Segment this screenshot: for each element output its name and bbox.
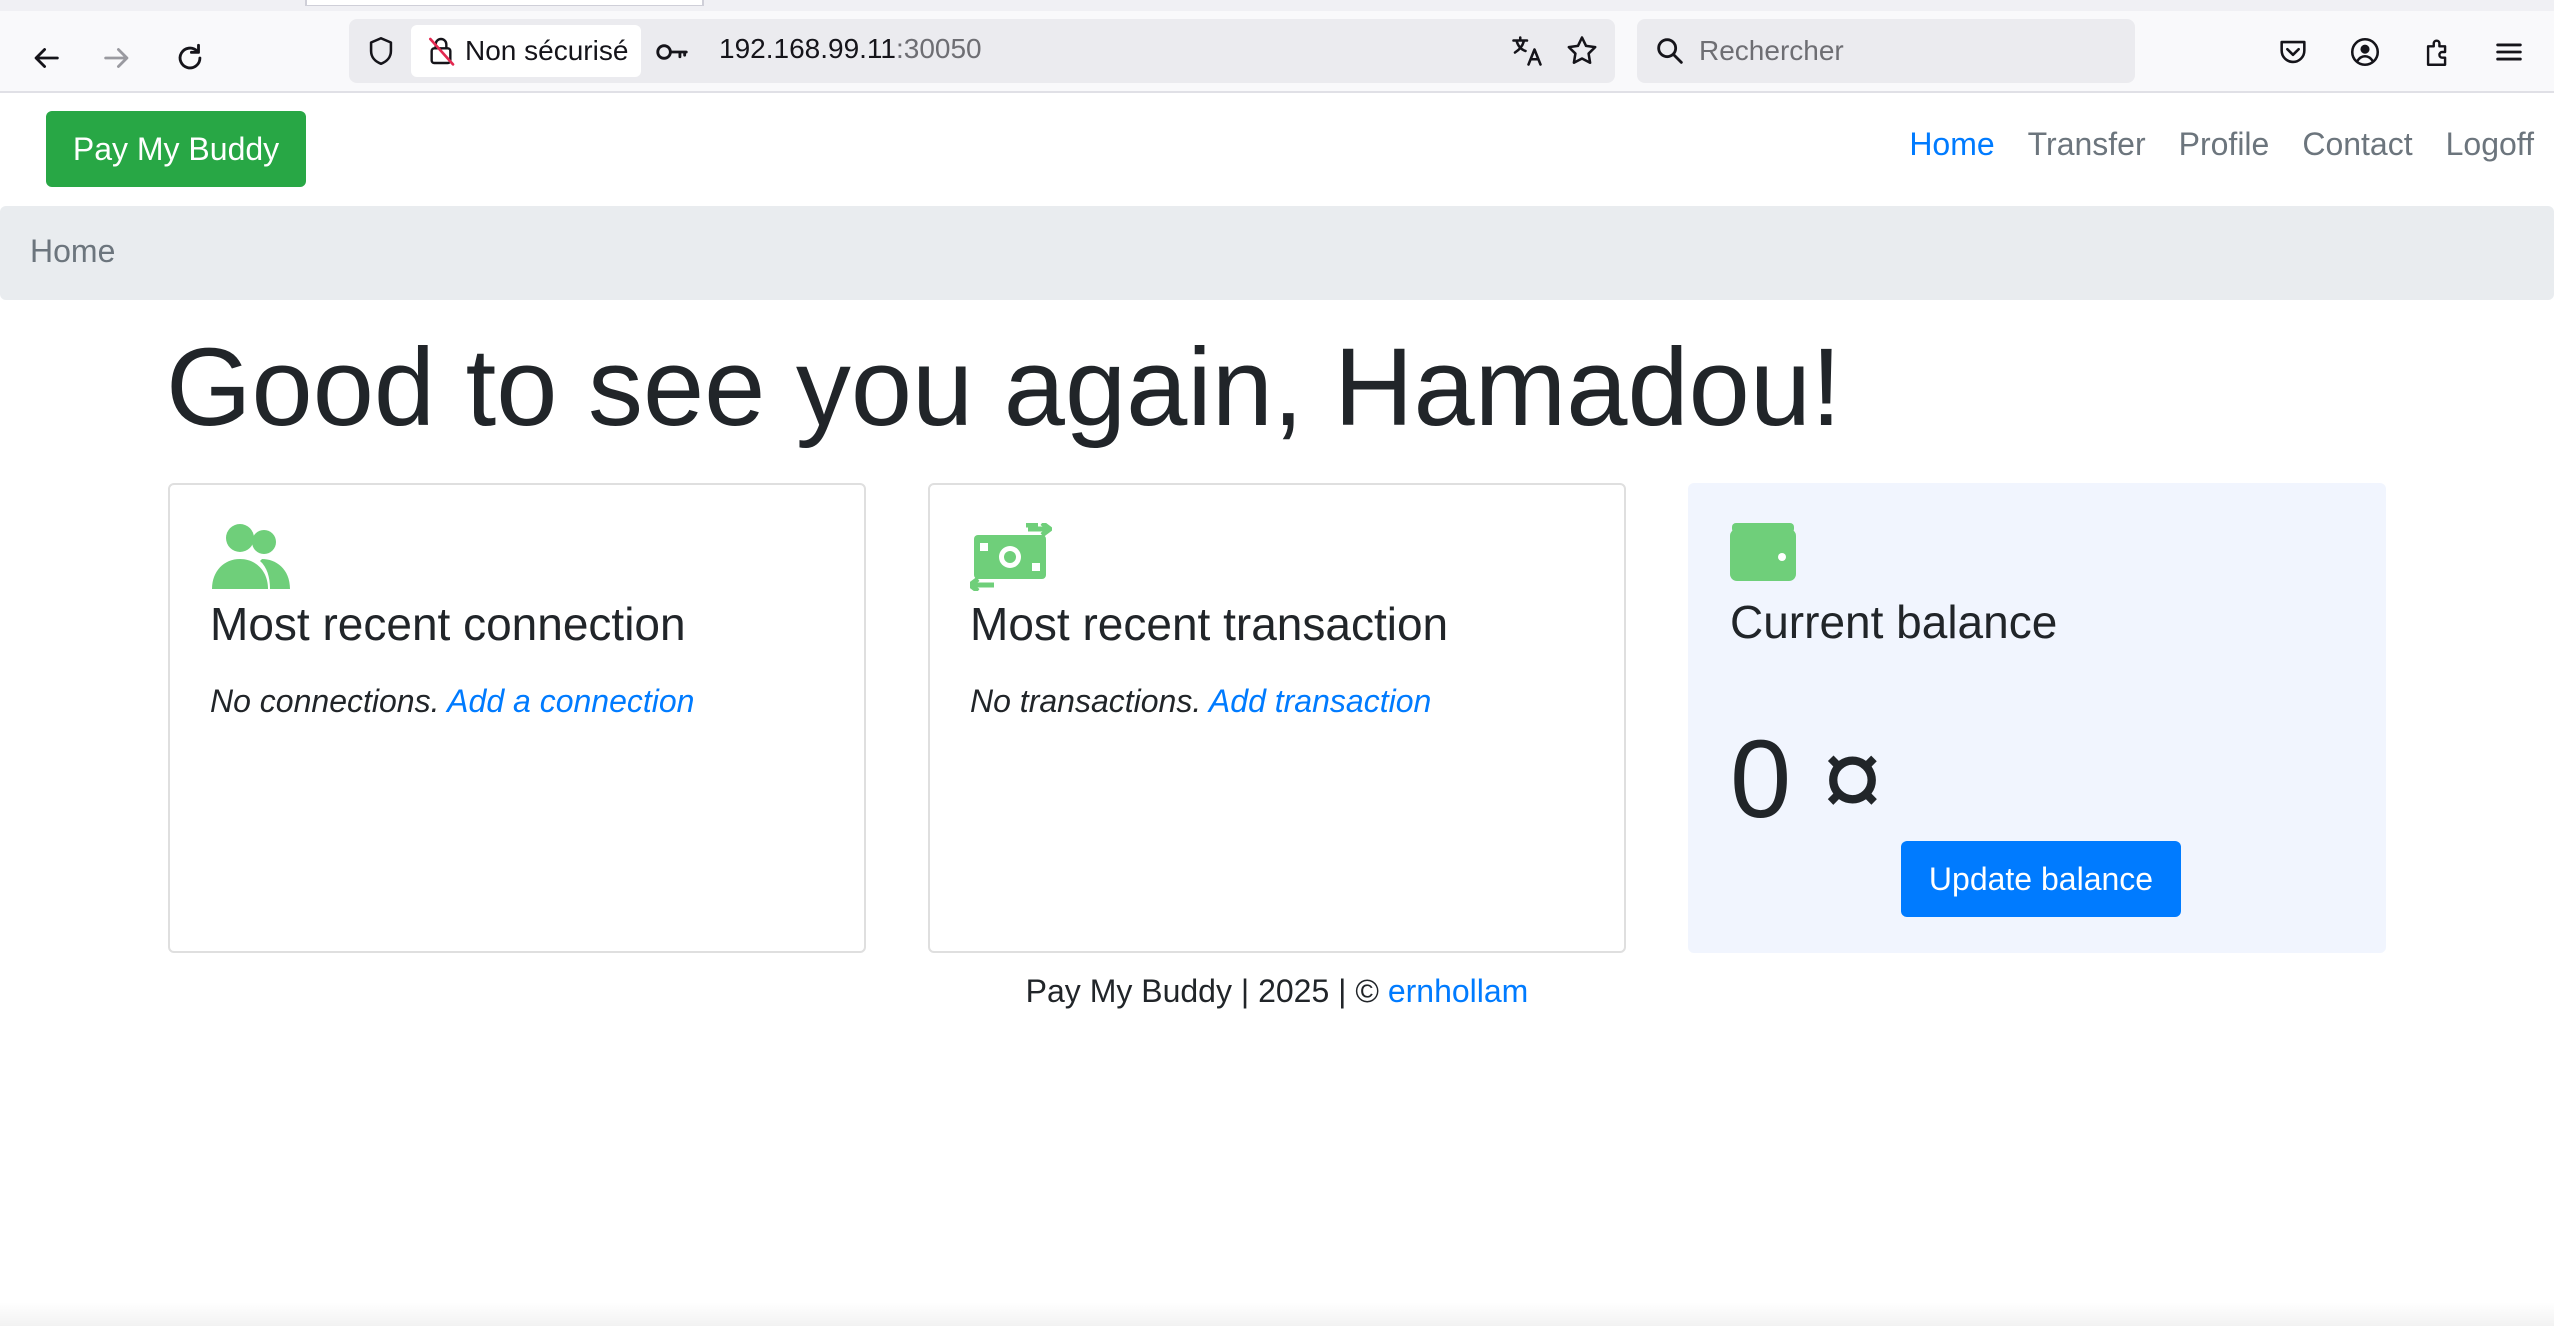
hamburger-menu-icon xyxy=(2496,43,2522,61)
add-transaction-link[interactable]: Add transaction xyxy=(1209,683,1431,719)
add-connection-link[interactable]: Add a connection xyxy=(447,683,694,719)
footer-text: Pay My Buddy | 2025 | © xyxy=(1025,973,1388,1009)
page-title: Good to see you again, Hamadou! xyxy=(166,326,1842,449)
web-page: Pay My Buddy Home Transfer Profile Conta… xyxy=(0,93,2554,1326)
key-icon[interactable] xyxy=(653,33,691,71)
active-tab-edge[interactable] xyxy=(305,0,704,6)
insecure-lock-icon xyxy=(429,37,455,66)
nav-profile[interactable]: Profile xyxy=(2179,126,2270,163)
pocket-button[interactable] xyxy=(2266,25,2320,79)
search-bar[interactable]: Rechercher xyxy=(1637,19,2135,83)
account-button[interactable] xyxy=(2338,25,2392,79)
transaction-card: Most recent transaction No transactions.… xyxy=(928,483,1626,953)
search-icon xyxy=(1657,38,1683,64)
site-navbar: Pay My Buddy Home Transfer Profile Conta… xyxy=(0,93,2554,206)
update-balance-button[interactable]: Update balance xyxy=(1901,841,2181,917)
breadcrumb: Home xyxy=(0,206,2554,300)
nav-contact[interactable]: Contact xyxy=(2302,126,2412,163)
no-transactions-text: No transactions. xyxy=(970,683,1202,719)
no-connections-text: No connections. xyxy=(210,683,440,719)
bottom-shadow xyxy=(0,1302,2554,1326)
connection-card-title: Most recent connection xyxy=(210,598,686,650)
breadcrumb-current: Home xyxy=(30,233,116,269)
users-icon xyxy=(212,524,290,589)
security-label: Non sécurisé xyxy=(465,35,629,66)
browser-toolbar: Non sécurisé 192.168.99.11:30050 Recherc… xyxy=(0,11,2554,93)
url-port: :30050 xyxy=(895,33,982,64)
search-placeholder: Rechercher xyxy=(1699,35,1844,66)
balance-card-title: Current balance xyxy=(1730,596,2058,648)
site-security-indicator[interactable]: Non sécurisé xyxy=(411,25,641,77)
nav-links: Home Transfer Profile Contact Logoff xyxy=(1876,126,2534,163)
nav-home[interactable]: Home xyxy=(1909,126,1994,163)
nav-logoff[interactable]: Logoff xyxy=(2446,126,2534,163)
forward-button[interactable] xyxy=(90,31,144,85)
back-button[interactable] xyxy=(19,31,73,85)
url-text[interactable]: 192.168.99.11:30050 xyxy=(719,33,982,65)
address-bar[interactable]: Non sécurisé 192.168.99.11:30050 xyxy=(349,19,1615,83)
reload-button[interactable] xyxy=(163,31,217,85)
pocket-icon xyxy=(2280,40,2306,64)
author-link[interactable]: ernhollam xyxy=(1388,973,1529,1009)
transaction-card-title: Most recent transaction xyxy=(970,598,1449,650)
extensions-button[interactable] xyxy=(2411,25,2465,79)
bookmark-star-icon[interactable] xyxy=(1564,33,1600,69)
translate-icon[interactable] xyxy=(1509,33,1545,69)
connection-card-text: No connections. Add a connection xyxy=(210,683,694,720)
arrow-right-icon xyxy=(104,48,129,68)
account-icon xyxy=(2350,37,2380,67)
tracking-protection-icon[interactable] xyxy=(361,31,401,71)
page-footer: Pay My Buddy | 2025 | © ernhollam xyxy=(0,973,2554,1010)
transaction-card-text: No transactions. Add transaction xyxy=(970,683,1431,720)
arrow-left-icon xyxy=(34,48,59,68)
connection-card: Most recent connection No connections. A… xyxy=(168,483,866,953)
menu-button[interactable] xyxy=(2482,25,2536,79)
money-transfer-icon xyxy=(970,523,1052,591)
balance-amount: 0 ¤ xyxy=(1730,718,1883,841)
reload-icon xyxy=(178,43,202,70)
balance-card: Current balance 0 ¤ Update balance xyxy=(1688,483,2386,953)
url-host: 192.168.99.11 xyxy=(719,33,896,64)
nav-transfer[interactable]: Transfer xyxy=(2028,126,2146,163)
wallet-icon xyxy=(1730,523,1796,581)
puzzle-icon xyxy=(2426,39,2447,66)
tab-strip xyxy=(0,0,2554,11)
brand-button[interactable]: Pay My Buddy xyxy=(46,111,306,187)
